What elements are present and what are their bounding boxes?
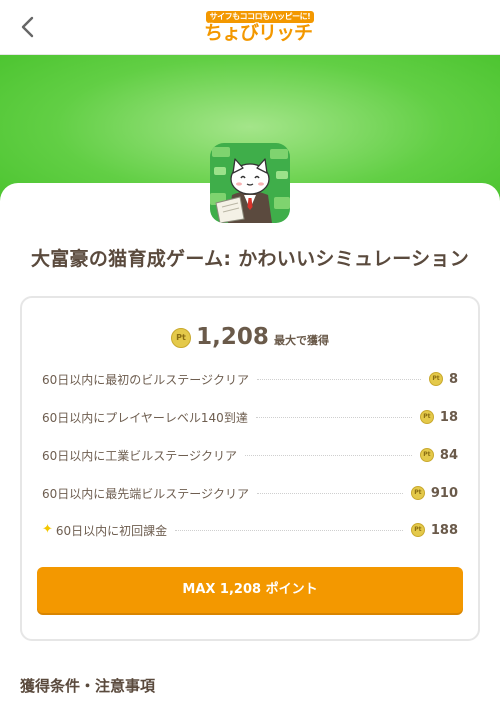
task-label: 60日以内に最初のビルステージクリア — [42, 372, 250, 387]
app-header: サイフもココロもハッピーに! ちょびリッチ — [0, 0, 500, 55]
chevron-left-icon — [21, 16, 34, 38]
point-coin-icon: Pt — [410, 486, 425, 500]
leader-dots — [257, 492, 403, 494]
conditions-heading: 獲得条件・注意事項 — [20, 677, 156, 695]
reward-task-row: 60日以内にプレイヤーレベル140到達 Pt 18 — [42, 407, 458, 427]
reward-task-row: 60日以内に最初のビルステージクリア Pt 8 — [42, 369, 458, 389]
task-points: 188 — [430, 522, 458, 538]
task-points: 8 — [448, 371, 458, 387]
task-points: 18 — [439, 409, 458, 425]
leader-dots — [255, 416, 412, 418]
point-coin-icon: Pt — [428, 372, 443, 386]
task-points: 84 — [439, 447, 458, 463]
point-coin-icon: Pt — [410, 523, 425, 537]
task-label: 60日以内に最先端ビルステージクリア — [42, 486, 250, 501]
get-points-button[interactable]: MAX 1,208 ポイント — [37, 567, 463, 613]
app-icon — [210, 143, 290, 223]
task-label: 60日以内にプレイヤーレベル140到達 — [42, 410, 248, 425]
sparkle-icon: ✦ — [42, 522, 53, 537]
leader-dots — [245, 454, 412, 456]
total-points-suffix: 最大で獲得 — [273, 334, 329, 347]
site-logo[interactable]: サイフもココロもハッピーに! ちょびリッチ — [204, 11, 320, 44]
task-label: 60日以内に工業ビルステージクリア — [42, 448, 238, 463]
reward-task-row: ✦ 60日以内に初回課金 Pt 188 — [42, 520, 458, 540]
task-points: 910 — [430, 485, 458, 501]
white-cat-businessman-icon — [210, 143, 290, 223]
back-button[interactable] — [12, 11, 44, 43]
logo-name: ちょびリッチ — [204, 22, 313, 44]
leader-dots — [175, 529, 403, 531]
total-points: 1,208 — [196, 324, 269, 350]
app-title: 大富豪の猫育成ゲーム: かわいいシミュレーション — [30, 248, 470, 270]
task-label: 60日以内に初回課金 — [55, 523, 168, 538]
reward-task-row: 60日以内に工業ビルステージクリア Pt 84 — [42, 445, 458, 465]
point-coin-icon: Pt — [171, 328, 192, 348]
reward-total: Pt 1,208 最大で獲得 — [0, 324, 500, 354]
point-coin-icon: Pt — [419, 410, 434, 424]
leader-dots — [257, 378, 421, 380]
reward-task-row: 60日以内に最先端ビルステージクリア Pt 910 — [42, 483, 458, 503]
point-coin-icon: Pt — [419, 448, 434, 462]
